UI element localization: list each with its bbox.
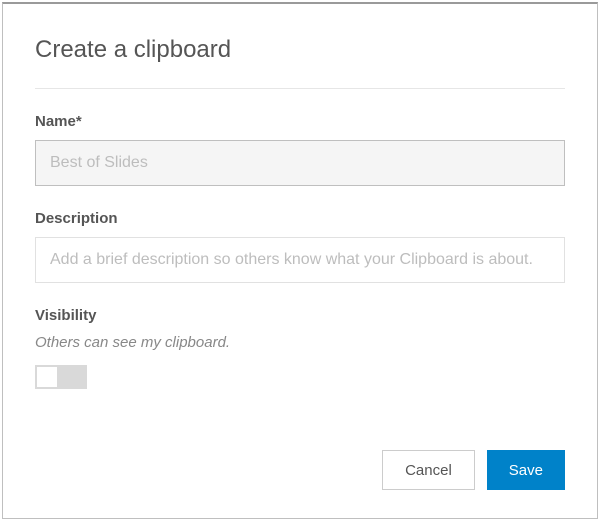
description-label: Description bbox=[35, 210, 565, 227]
visibility-label: Visibility bbox=[35, 307, 565, 324]
create-clipboard-modal: Create a clipboard Name* Description Vis… bbox=[2, 2, 598, 519]
divider bbox=[35, 88, 565, 89]
name-input[interactable] bbox=[35, 140, 565, 186]
name-field-group: Name* bbox=[35, 113, 565, 186]
description-input[interactable] bbox=[35, 237, 565, 283]
visibility-field-group: Visibility Others can see my clipboard. bbox=[35, 307, 565, 389]
toggle-knob bbox=[37, 367, 57, 387]
save-button[interactable]: Save bbox=[487, 450, 565, 490]
description-field-group: Description bbox=[35, 210, 565, 283]
name-label: Name* bbox=[35, 113, 565, 130]
visibility-note: Others can see my clipboard. bbox=[35, 334, 565, 351]
modal-title: Create a clipboard bbox=[35, 36, 565, 64]
button-row: Cancel Save bbox=[382, 450, 565, 490]
visibility-toggle[interactable] bbox=[35, 365, 87, 389]
cancel-button[interactable]: Cancel bbox=[382, 450, 475, 490]
